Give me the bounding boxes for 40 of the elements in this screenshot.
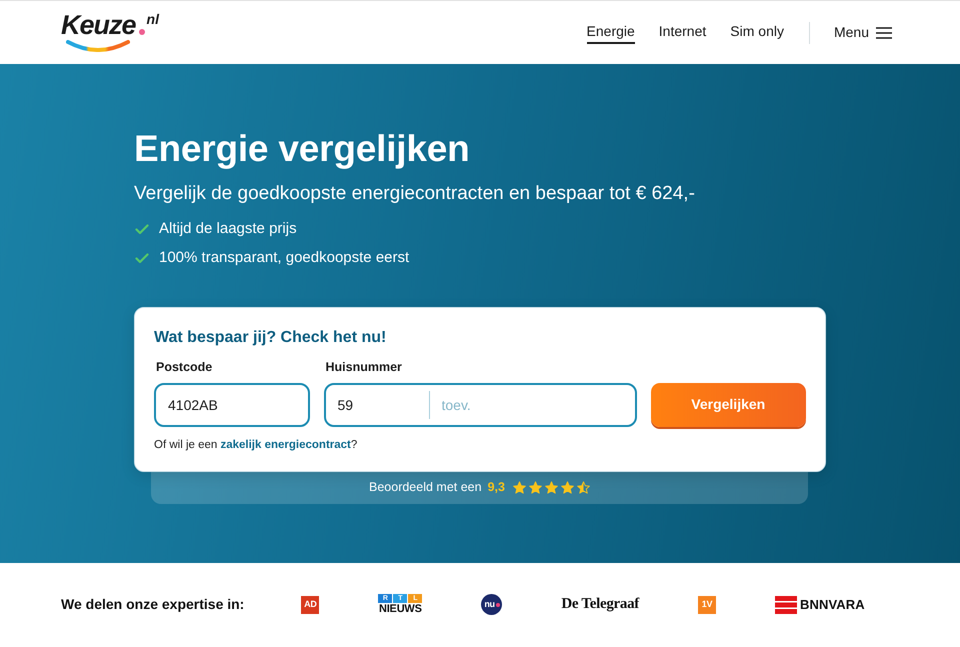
house-number-input[interactable]: 59 <box>326 386 428 423</box>
partner-logo: AD <box>301 596 320 614</box>
nav-link[interactable]: Sim only <box>730 20 784 44</box>
nav-link[interactable]: Internet <box>658 20 706 44</box>
partner-logo: 1V <box>698 596 716 614</box>
dot-icon <box>496 602 500 606</box>
logo-text: nu <box>484 600 495 609</box>
logo-text: BNNVARA <box>800 596 865 614</box>
house-number-field[interactable]: 59 toev. <box>324 382 636 427</box>
subtitle: Vergelijk de goedkoopste energiecontracten en bespaar tot € 624,- <box>134 182 696 206</box>
page-title: Energie vergelijken <box>134 128 471 171</box>
business-contract-link[interactable]: zakelijk energiecontract <box>220 438 351 451</box>
stripes-icon <box>775 596 797 614</box>
menu-button[interactable]: Menu <box>834 20 892 45</box>
star-icon <box>512 481 526 494</box>
check-icon <box>135 253 149 264</box>
star-icon <box>544 481 558 494</box>
swoosh-icon <box>66 40 130 52</box>
rating-text: Beoordeeld met een <box>369 479 482 496</box>
logo-text: De Telegraaf <box>561 595 639 614</box>
logo-suffix: nl <box>146 12 159 26</box>
half-star-icon <box>576 481 590 494</box>
dot-icon <box>138 28 145 35</box>
star-icon <box>560 481 574 494</box>
partners-title: We delen onze expertise in: <box>61 595 244 614</box>
menu-icon <box>876 26 892 38</box>
field-label: Postcode <box>155 358 214 375</box>
benefit-text: Altijd de laagste prijs <box>159 219 297 240</box>
footnote-text: Of wil je een zakelijk energiecontract? <box>154 438 358 453</box>
benefit-text: 100% transparant, goedkoopste eerst <box>159 248 410 268</box>
logo-text: NIEUWS <box>378 604 422 615</box>
nav-link[interactable]: Energie <box>586 20 635 44</box>
form-heading: Wat bespaar jij? Check het nu! <box>154 328 388 348</box>
field-label: Huisnummer <box>324 358 403 375</box>
logo-text: Keuze <box>61 10 136 40</box>
star-icon <box>528 481 542 494</box>
addition-input[interactable]: toev. <box>430 386 634 423</box>
rating-score: 9,3 <box>488 479 505 496</box>
postcode-input[interactable]: 4102AB <box>154 382 310 427</box>
check-icon <box>135 224 149 236</box>
